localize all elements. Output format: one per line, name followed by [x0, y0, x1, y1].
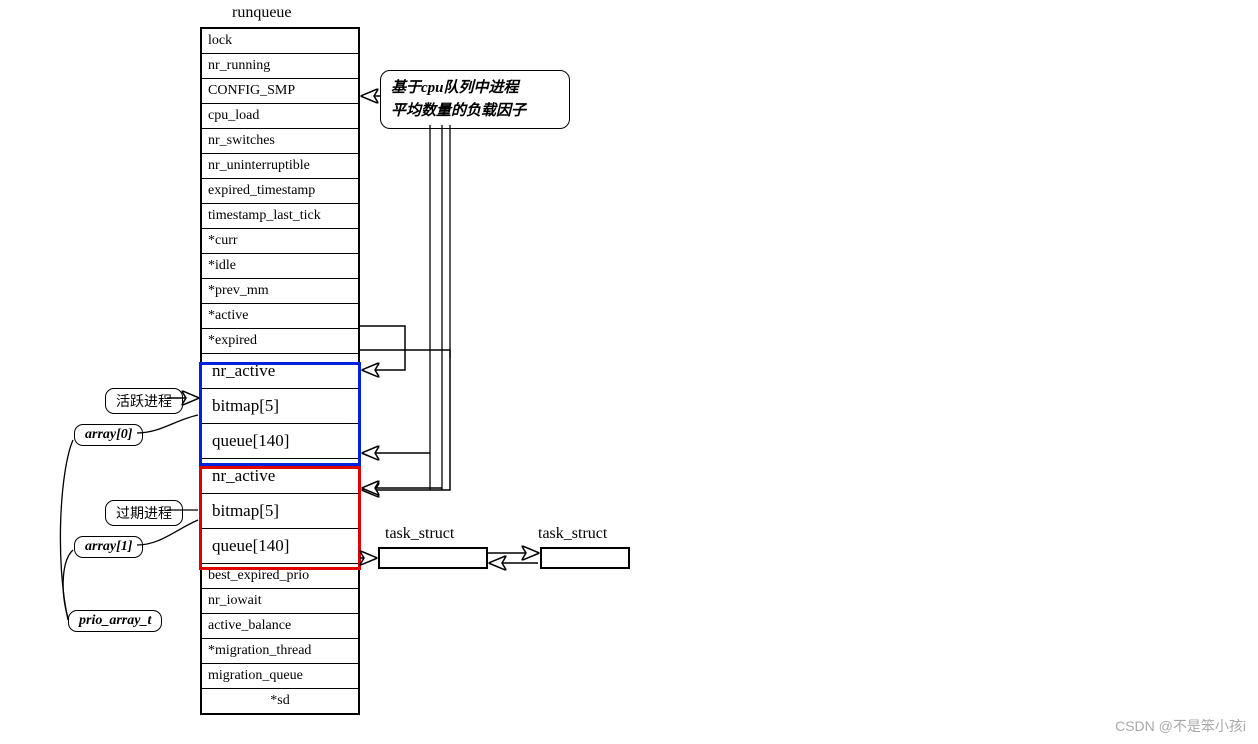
struct-field: CONFIG_SMP: [202, 79, 358, 104]
struct-field: *curr: [202, 229, 358, 254]
runqueue-struct: lock nr_running CONFIG_SMP cpu_load nr_s…: [200, 27, 360, 715]
label-expired-proc: 过期进程: [105, 500, 183, 526]
struct-field: *active: [202, 304, 358, 329]
array1-field: nr_active: [202, 459, 358, 494]
task-struct-box-2: [540, 547, 630, 569]
task-struct-box-1: [378, 547, 488, 569]
callout-line: 基于cpu队列中进程: [391, 77, 559, 100]
connector-overlay: [0, 0, 1258, 744]
watermark: CSDN @不是笨小孩i: [1115, 716, 1246, 736]
struct-field: *sd: [202, 689, 358, 713]
struct-field: *idle: [202, 254, 358, 279]
array0-field: bitmap[5]: [202, 389, 358, 424]
struct-field: active_balance: [202, 614, 358, 639]
struct-field: nr_running: [202, 54, 358, 79]
array0-field: queue[140]: [202, 424, 358, 459]
struct-field: best_expired_prio: [202, 564, 358, 589]
array0-field: nr_active: [202, 354, 358, 389]
label-task-struct-1: task_struct: [385, 525, 454, 543]
cpu-load-callout: 基于cpu队列中进程 平均数量的负载因子: [380, 70, 570, 129]
label-array1: array[1]: [74, 536, 143, 558]
label-active-proc: 活跃进程: [105, 388, 183, 414]
struct-field: migration_queue: [202, 664, 358, 689]
array1-field: queue[140]: [202, 529, 358, 564]
struct-field: *expired: [202, 329, 358, 354]
struct-field: nr_uninterruptible: [202, 154, 358, 179]
array1-field: bitmap[5]: [202, 494, 358, 529]
struct-field: expired_timestamp: [202, 179, 358, 204]
label-array0: array[0]: [74, 424, 143, 446]
struct-field: nr_switches: [202, 129, 358, 154]
label-prio-array: prio_array_t: [68, 610, 162, 632]
struct-field: timestamp_last_tick: [202, 204, 358, 229]
struct-field: nr_iowait: [202, 589, 358, 614]
struct-field: cpu_load: [202, 104, 358, 129]
label-task-struct-2: task_struct: [538, 525, 607, 543]
callout-line: 平均数量的负载因子: [391, 100, 559, 123]
struct-field: lock: [202, 29, 358, 54]
diagram-title: runqueue: [232, 4, 292, 22]
struct-field: *migration_thread: [202, 639, 358, 664]
struct-field: *prev_mm: [202, 279, 358, 304]
